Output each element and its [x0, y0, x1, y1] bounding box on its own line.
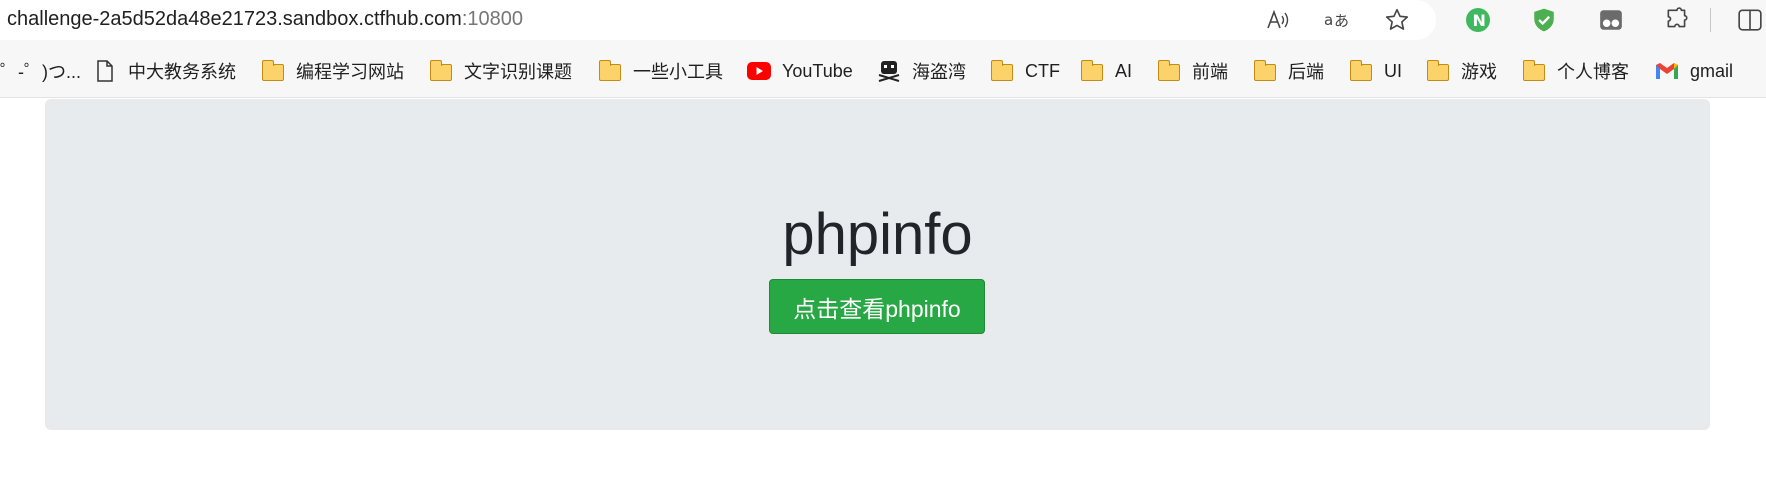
- bookmark-label: 前端: [1192, 62, 1228, 82]
- svg-text:N: N: [1473, 11, 1486, 30]
- extension-icon[interactable]: [1597, 6, 1625, 34]
- bookmark-label: 海盗湾: [912, 62, 966, 82]
- address-bar[interactable]: challenge-2a5d52da48e21723.sandbox.ctfhu…: [0, 0, 1436, 40]
- url-host: challenge-2a5d52da48e21723.sandbox.ctfhu…: [7, 8, 462, 30]
- folder-icon: [1080, 60, 1104, 82]
- bookmark-label: 文字识别课题: [464, 62, 572, 82]
- svg-text:a: a: [1324, 11, 1333, 29]
- bookmark-folder-ctf[interactable]: CTF: [990, 58, 1060, 84]
- bookmark-label: 一些小工具: [633, 62, 723, 82]
- bookmark-label: gmail: [1690, 60, 1734, 81]
- shield-extension-icon[interactable]: [1530, 6, 1558, 34]
- pirate-icon: [877, 60, 901, 82]
- bookmark-label: 中大教务系统: [128, 62, 236, 82]
- url-port: :10800: [461, 8, 523, 30]
- bookmark-label: YouTube: [782, 60, 853, 81]
- bookmark-folder-frontend[interactable]: 前端: [1157, 58, 1228, 84]
- gmail-icon: [1655, 60, 1679, 82]
- bookmark-folder-ai[interactable]: AI: [1080, 58, 1132, 84]
- extension-n-icon[interactable]: N: [1464, 6, 1492, 34]
- bookmark-folder-blog[interactable]: 个人博客: [1522, 58, 1629, 84]
- bookmark-folder-ui[interactable]: UI: [1349, 58, 1402, 84]
- bookmark-label: ゜-゜)つ...: [0, 62, 81, 82]
- folder-icon: [261, 60, 285, 82]
- toolbar-divider: [1710, 8, 1711, 32]
- folder-icon: [429, 60, 453, 82]
- translate-icon[interactable]: aあ: [1323, 6, 1351, 34]
- folder-icon: [598, 60, 622, 82]
- puzzle-extensions-icon[interactable]: [1663, 6, 1691, 34]
- bookmark-piratebay[interactable]: 海盗湾: [877, 58, 966, 84]
- browser-toolbar: challenge-2a5d52da48e21723.sandbox.ctfhu…: [0, 0, 1766, 40]
- folder-icon: [990, 60, 1014, 82]
- bookmark-gmail[interactable]: gmail: [1655, 58, 1733, 84]
- bookmark-folder-games[interactable]: 游戏: [1426, 58, 1497, 84]
- youtube-icon: [747, 60, 771, 82]
- bookmark-edu-system[interactable]: 中大教务系统: [93, 58, 236, 84]
- favorite-star-icon[interactable]: [1383, 6, 1411, 34]
- folder-icon: [1253, 60, 1277, 82]
- bookmark-label: CTF: [1025, 60, 1060, 81]
- view-phpinfo-button[interactable]: 点击查看phpinfo: [769, 279, 985, 334]
- bookmark-label: UI: [1384, 60, 1402, 81]
- folder-icon: [1426, 60, 1450, 82]
- url-text[interactable]: challenge-2a5d52da48e21723.sandbox.ctfhu…: [7, 8, 523, 31]
- read-aloud-icon[interactable]: [1264, 6, 1292, 34]
- bookmark-label: 编程学习网站: [296, 62, 404, 82]
- bookmark-folder-programming[interactable]: 编程学习网站: [261, 58, 404, 84]
- bookmark-emoticon[interactable]: ゜-゜)つ...: [0, 58, 81, 84]
- bookmark-label: 后端: [1288, 62, 1324, 82]
- jumbotron: phpinfo 点击查看phpinfo: [45, 99, 1710, 430]
- bookmark-folder-ocr[interactable]: 文字识别课题: [429, 58, 572, 84]
- folder-icon: [1157, 60, 1181, 82]
- bookmark-youtube[interactable]: YouTube: [747, 58, 853, 84]
- bookmark-label: 个人博客: [1557, 62, 1629, 82]
- folder-icon: [1349, 60, 1373, 82]
- folder-icon: [1522, 60, 1546, 82]
- bookmark-label: AI: [1115, 60, 1133, 81]
- bookmark-folder-backend[interactable]: 后端: [1253, 58, 1324, 84]
- page-icon: [93, 60, 117, 82]
- svg-text:あ: あ: [1334, 12, 1349, 30]
- split-screen-icon[interactable]: [1736, 6, 1764, 34]
- bookmarks-bar: ゜-゜)つ... 中大教务系统 编程学习网站 文字识别课题 一些小工具 YouT…: [0, 40, 1766, 98]
- bookmark-label: 游戏: [1461, 62, 1497, 82]
- page-title: phpinfo: [782, 202, 973, 267]
- bookmark-folder-tools[interactable]: 一些小工具: [598, 58, 723, 84]
